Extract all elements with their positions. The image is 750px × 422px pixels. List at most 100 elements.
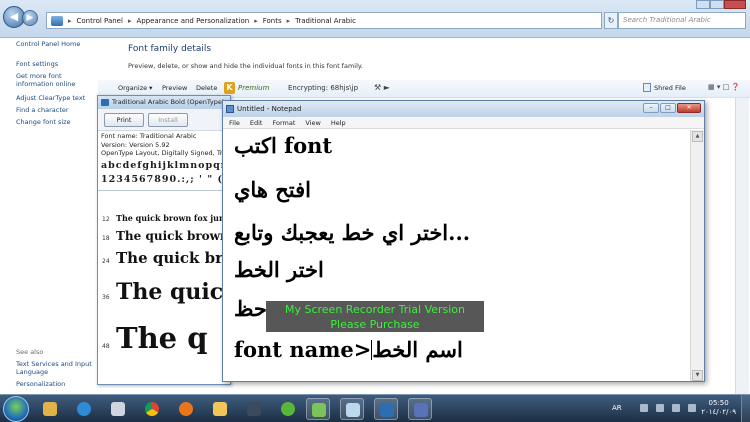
sample-row: 24 The quick bro [98, 249, 230, 267]
language-indicator[interactable]: AR [612, 404, 622, 412]
control-panel-home-link[interactable]: Control Panel Home [16, 40, 80, 48]
menu-view[interactable]: View [305, 117, 320, 128]
adjust-cleartype-link[interactable]: Adjust ClearType text [16, 94, 85, 102]
system-tray: AR 05:50 ٢٠١٤/٠٢/٠٩ [600, 395, 750, 422]
premium-logo-icon: K [224, 82, 235, 94]
sample-size: 24 [102, 258, 110, 265]
delete-button[interactable]: Delete [196, 84, 217, 92]
minimize-button[interactable] [696, 0, 710, 9]
menu-file[interactable]: File [229, 117, 240, 128]
forward-button[interactable]: ▶ [22, 10, 38, 26]
notepad-close-button[interactable]: ✕ [677, 103, 701, 113]
close-button[interactable] [724, 0, 746, 9]
sample-text: The quic [116, 279, 224, 305]
taskbar-recorder-icon[interactable] [408, 398, 432, 420]
navigation-pane: Control Panel Home Font settings Get mor… [0, 38, 98, 394]
taskbar-font-viewer-icon[interactable] [374, 398, 398, 420]
taskbar-media-icon[interactable] [106, 398, 130, 420]
scroll-down-icon[interactable]: ▼ [692, 370, 703, 381]
text-line: افتح هاي [234, 177, 311, 202]
font-preview-title: Traditional Arabic Bold (OpenType) [112, 98, 225, 106]
taskbar-app-icon[interactable] [242, 398, 266, 420]
shred-file-button[interactable]: Shred File [654, 84, 686, 92]
divider [98, 189, 230, 191]
find-character-link[interactable]: Find a character [16, 106, 69, 114]
sample-size: 48 [102, 343, 110, 350]
personalization-link[interactable]: Personalization [16, 380, 65, 388]
clock-date: ٢٠١٤/٠٢/٠٩ [701, 408, 736, 416]
menu-format[interactable]: Format [272, 117, 295, 128]
address-bar[interactable]: ▸ Control Panel ▸ Appearance and Persona… [46, 12, 602, 29]
page-description: Preview, delete, or show and hide the in… [128, 62, 363, 70]
menu-edit[interactable]: Edit [250, 117, 263, 128]
notepad-titlebar[interactable]: Untitled - Notepad – □ ✕ [223, 101, 704, 117]
text-line-last: font name>اسم الخط [234, 337, 463, 362]
font-settings-link[interactable]: Font settings [16, 60, 58, 68]
text-line: اكتب font [234, 133, 333, 158]
sample-size: 36 [102, 294, 110, 301]
taskbar-fonts-icon[interactable] [306, 398, 330, 420]
menu-help[interactable]: Help [331, 117, 346, 128]
sample-row: 12 The quick brown fox jumps [98, 213, 231, 223]
taskbar-ie-icon[interactable] [72, 398, 96, 420]
organize-menu[interactable]: Organize ▾ [118, 84, 152, 92]
text-arabic: اسم الخط [372, 337, 463, 362]
text-latin: font name> [234, 337, 372, 362]
watermark-line-2: Please Purchase [330, 318, 420, 331]
refresh-button[interactable]: ↻ [604, 12, 618, 29]
taskbar-chrome-icon[interactable] [140, 398, 164, 420]
tray-arrow-icon[interactable] [640, 404, 648, 412]
show-desktop-button[interactable] [741, 395, 750, 422]
breadcrumb-separator: ▸ [254, 16, 258, 25]
scroll-up-icon[interactable]: ▲ [692, 131, 703, 142]
font-file-icon [101, 99, 109, 106]
print-button[interactable]: Print [104, 113, 144, 127]
breadcrumb-separator: ▸ [68, 16, 72, 25]
notepad-text-area[interactable]: اكتب font افتح هاي اختر اي خط يعجبك وتاب… [224, 130, 690, 381]
shred-icon [643, 83, 651, 92]
premium-label[interactable]: Premium [238, 84, 269, 92]
sample-row: 36 The quic [98, 279, 223, 305]
maximize-button[interactable] [710, 0, 724, 9]
install-button[interactable]: Install [148, 113, 188, 127]
font-preview-toolbar: Print Install [98, 109, 230, 131]
notepad-scrollbar[interactable]: ▲ ▼ [690, 130, 704, 381]
tray-flag-icon[interactable] [672, 404, 680, 412]
recorder-watermark: My Screen Recorder Trial Version Please … [266, 301, 484, 332]
notepad-minimize-button[interactable]: – [643, 103, 659, 113]
sample-row: 18 The quick brown [98, 229, 229, 243]
search-input[interactable]: Search Traditional Arabic [618, 12, 746, 29]
tray-volume-icon[interactable] [688, 404, 696, 412]
notepad-title: Untitled - Notepad [237, 105, 302, 113]
view-options-icon[interactable]: ▦ ▾ □ ❓ [708, 83, 740, 91]
watermark-line-1: My Screen Recorder Trial Version [284, 303, 466, 316]
key-tools-icon[interactable]: ⚒ ► [374, 83, 390, 92]
breadcrumb-appearance[interactable]: Appearance and Personalization [136, 17, 249, 25]
clock-time: 05:50 [708, 399, 729, 407]
change-font-size-link[interactable]: Change font size [16, 118, 71, 126]
start-button[interactable] [3, 396, 29, 422]
taskbar-folder-icon[interactable] [208, 398, 232, 420]
breadcrumb-traditional-arabic[interactable]: Traditional Arabic [295, 17, 356, 25]
taskbar-firefox-icon[interactable] [174, 398, 198, 420]
taskbar: AR 05:50 ٢٠١٤/٠٢/٠٩ [0, 394, 750, 422]
preview-button[interactable]: Preview [162, 84, 187, 92]
window-controls [696, 0, 746, 10]
text-services-link[interactable]: Text Services and Input Language [16, 360, 94, 376]
breadcrumb-fonts[interactable]: Fonts [263, 17, 282, 25]
font-preview-titlebar[interactable]: Traditional Arabic Bold (OpenType) [98, 96, 230, 109]
taskbar-notepad-icon[interactable] [340, 398, 364, 420]
clock[interactable]: 05:50 ٢٠١٤/٠٢/٠٩ [701, 399, 736, 417]
sample-text: The quick brown fox jumps [116, 213, 231, 223]
explorer-scrollbar[interactable] [735, 98, 749, 394]
breadcrumb-control-panel[interactable]: Control Panel [77, 17, 123, 25]
taskbar-app-paint-icon[interactable] [38, 398, 62, 420]
notepad-maximize-button[interactable]: □ [660, 103, 676, 113]
font-name-line: Font name: Traditional Arabic [101, 132, 197, 140]
more-font-info-link[interactable]: Get more font information online [16, 72, 96, 88]
tray-network-icon[interactable] [656, 404, 664, 412]
notepad-icon [226, 105, 234, 113]
taskbar-utorrent-icon[interactable] [276, 398, 300, 420]
font-info: Font name: Traditional Arabic Version: V… [98, 131, 230, 159]
glyph-line-digits: 1234567890.:,; ' " (!?) +-*/= [101, 173, 230, 185]
